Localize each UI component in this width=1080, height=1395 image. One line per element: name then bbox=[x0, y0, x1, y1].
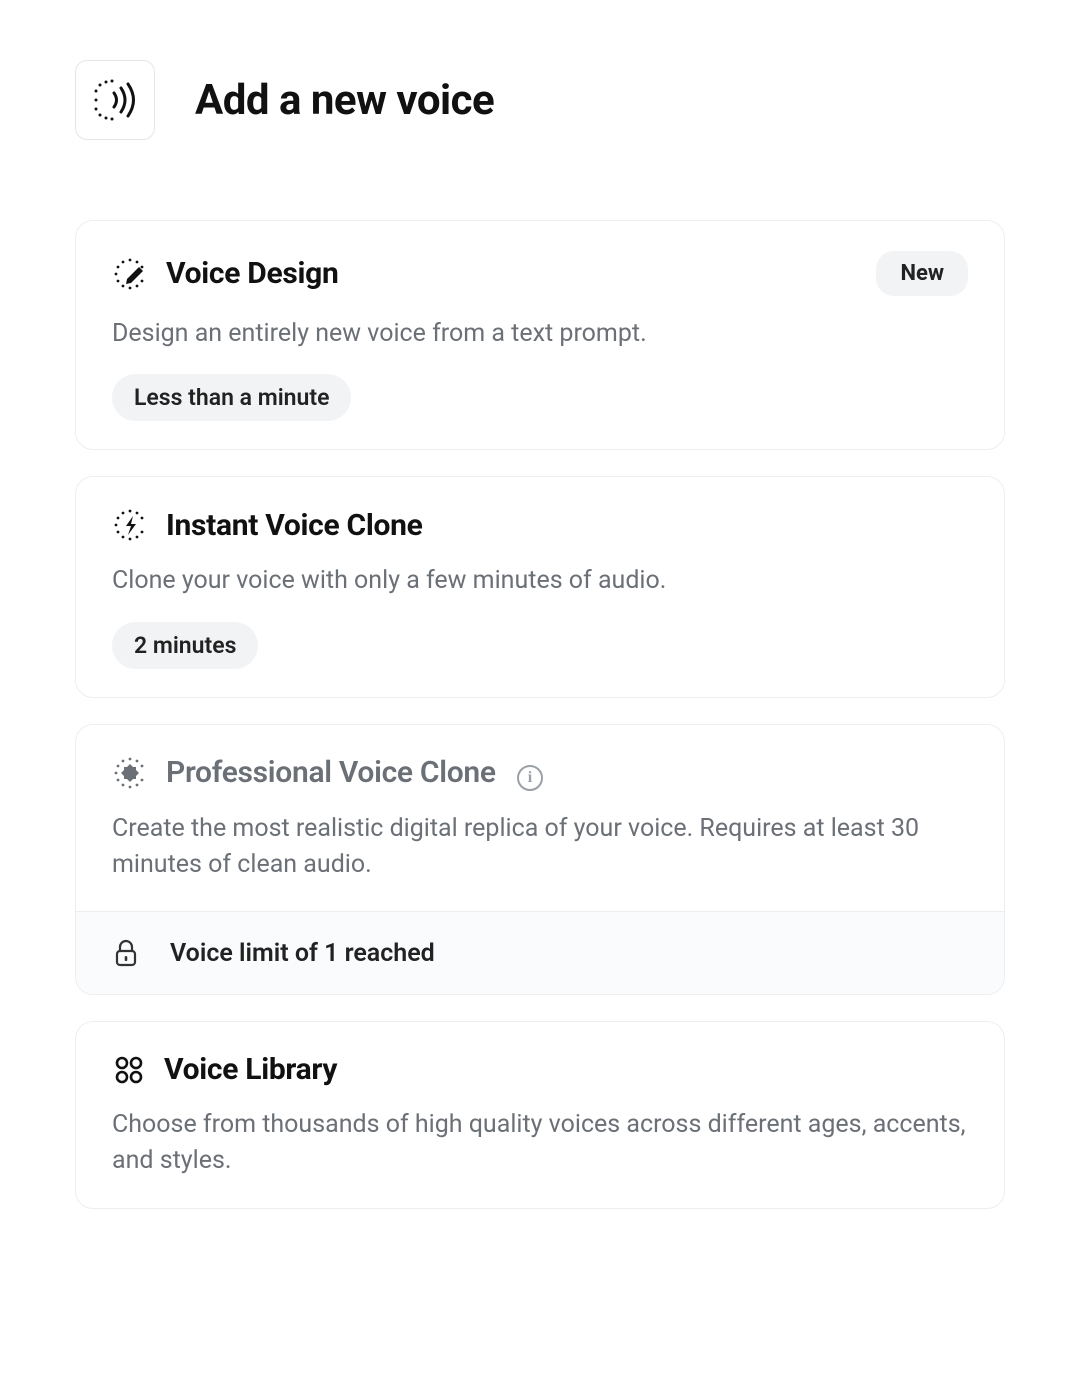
voice-options-list: Voice Design New Design an entirely new … bbox=[75, 220, 1005, 1209]
card-title: Voice Design bbox=[166, 256, 339, 291]
card-description: Choose from thousands of high quality vo… bbox=[112, 1107, 968, 1180]
sound-wave-icon bbox=[90, 75, 140, 125]
card-title: Instant Voice Clone bbox=[166, 508, 423, 543]
card-title: Voice Library bbox=[164, 1052, 337, 1087]
card-voice-library[interactable]: Voice Library Choose from thousands of h… bbox=[75, 1021, 1005, 1209]
time-pill: Less than a minute bbox=[112, 374, 351, 421]
new-badge: New bbox=[876, 251, 968, 296]
lock-icon bbox=[112, 938, 140, 968]
card-title: Professional Voice Clone i bbox=[166, 755, 543, 791]
card-description: Design an entirely new voice from a text… bbox=[112, 316, 968, 352]
time-pill: 2 minutes bbox=[112, 622, 258, 669]
card-description: Clone your voice with only a few minutes… bbox=[112, 563, 968, 599]
app-logo-box bbox=[75, 60, 155, 140]
card-description: Create the most realistic digital replic… bbox=[112, 811, 968, 884]
info-icon[interactable]: i bbox=[517, 765, 543, 791]
page-header: Add a new voice bbox=[75, 60, 1005, 140]
limit-message: Voice limit of 1 reached bbox=[170, 939, 435, 968]
verified-icon bbox=[112, 755, 148, 791]
lightning-icon bbox=[112, 507, 148, 543]
card-limit-footer: Voice limit of 1 reached bbox=[76, 911, 1004, 994]
pencil-icon bbox=[112, 256, 148, 292]
card-title-text: Professional Voice Clone bbox=[166, 755, 496, 790]
grid-icon bbox=[112, 1053, 146, 1087]
card-professional-voice-clone[interactable]: Professional Voice Clone i Create the mo… bbox=[75, 724, 1005, 996]
page-title: Add a new voice bbox=[195, 76, 494, 125]
card-voice-design[interactable]: Voice Design New Design an entirely new … bbox=[75, 220, 1005, 450]
card-instant-voice-clone[interactable]: Instant Voice Clone Clone your voice wit… bbox=[75, 476, 1005, 697]
